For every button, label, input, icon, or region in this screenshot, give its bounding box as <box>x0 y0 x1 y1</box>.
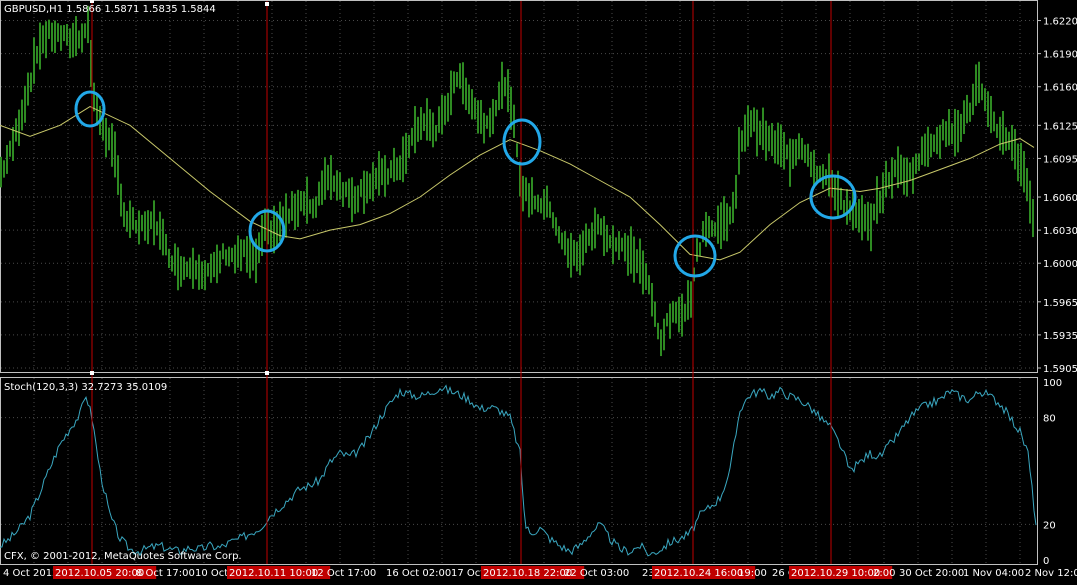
time-label: 4 Oct 2012 <box>3 568 58 579</box>
time-axis: 4 Oct 20122012.10.05 20:008 Oct 17:00 10 … <box>3 566 1077 579</box>
price-tick-label: 1.6190 <box>1043 50 1077 61</box>
price-tick-label: 1.6095 <box>1043 154 1077 165</box>
stoch-tick-label: 80 <box>1043 414 1056 425</box>
price-tick-label: 1.5965 <box>1043 298 1077 309</box>
price-tick-label: 1.5905 <box>1043 364 1077 375</box>
price-tick-label: 1.6220 <box>1043 17 1077 28</box>
time-label: 19:00 <box>738 568 767 579</box>
time-label: 16 Oct 02:00 <box>386 568 451 579</box>
time-label-highlighted: 2012.10.29 10:00 <box>791 568 880 579</box>
price-tick-label: 1.6030 <box>1043 226 1077 237</box>
stoch-tick-label: 20 <box>1043 520 1056 531</box>
time-label: 12 Oct 17:00 <box>311 568 376 579</box>
price-tick-label: 1.5935 <box>1043 331 1077 342</box>
line-handle[interactable] <box>265 2 269 6</box>
stoch-tick-label: 0 <box>1043 556 1049 567</box>
time-label: 8 Oct 17:00 <box>136 568 195 579</box>
copyright-text: CFX, © 2001-2012, MetaQuotes Software Co… <box>4 551 242 562</box>
time-label: 17 Oct <box>451 568 484 579</box>
time-label-highlighted: 2012.10.05 20:00 <box>55 568 144 579</box>
time-label: 22 Oct 03:00 <box>564 568 629 579</box>
time-label-highlighted: 2012.10.18 22:00 <box>483 568 572 579</box>
trading-chart[interactable]: 1.6220 1.6190 1.6160 1.6125 1.6095 1.6060 1.60… <box>0 0 1077 581</box>
line-handle[interactable] <box>90 371 94 375</box>
time-label: 30 Oct 20:00 <box>899 568 964 579</box>
time-label: 2:00 <box>873 568 895 579</box>
time-label-highlighted: 2012.10.11 10:00 <box>229 568 318 579</box>
stoch-tick-label: 100 <box>1043 378 1062 389</box>
time-label: 1 Nov 04:00 <box>963 568 1024 579</box>
line-handle[interactable] <box>265 371 269 375</box>
price-tick-label: 1.6000 <box>1043 259 1077 270</box>
price-tick-label: 1.6160 <box>1043 83 1077 94</box>
stoch-header: Stoch(120,3,3) 32.7273 35.0109 <box>4 382 167 393</box>
time-label: 2 Nov 12:00 <box>1025 568 1077 579</box>
time-label-highlighted: 2012.10.24 16:00 <box>654 568 743 579</box>
price-tick-label: 1.6125 <box>1043 121 1077 132</box>
main-chart-header: GBPUSD,H1 1.5866 1.5871 1.5835 1.5844 <box>4 4 216 15</box>
line-handle[interactable] <box>90 0 94 3</box>
price-tick-label: 1.6060 <box>1043 193 1077 204</box>
